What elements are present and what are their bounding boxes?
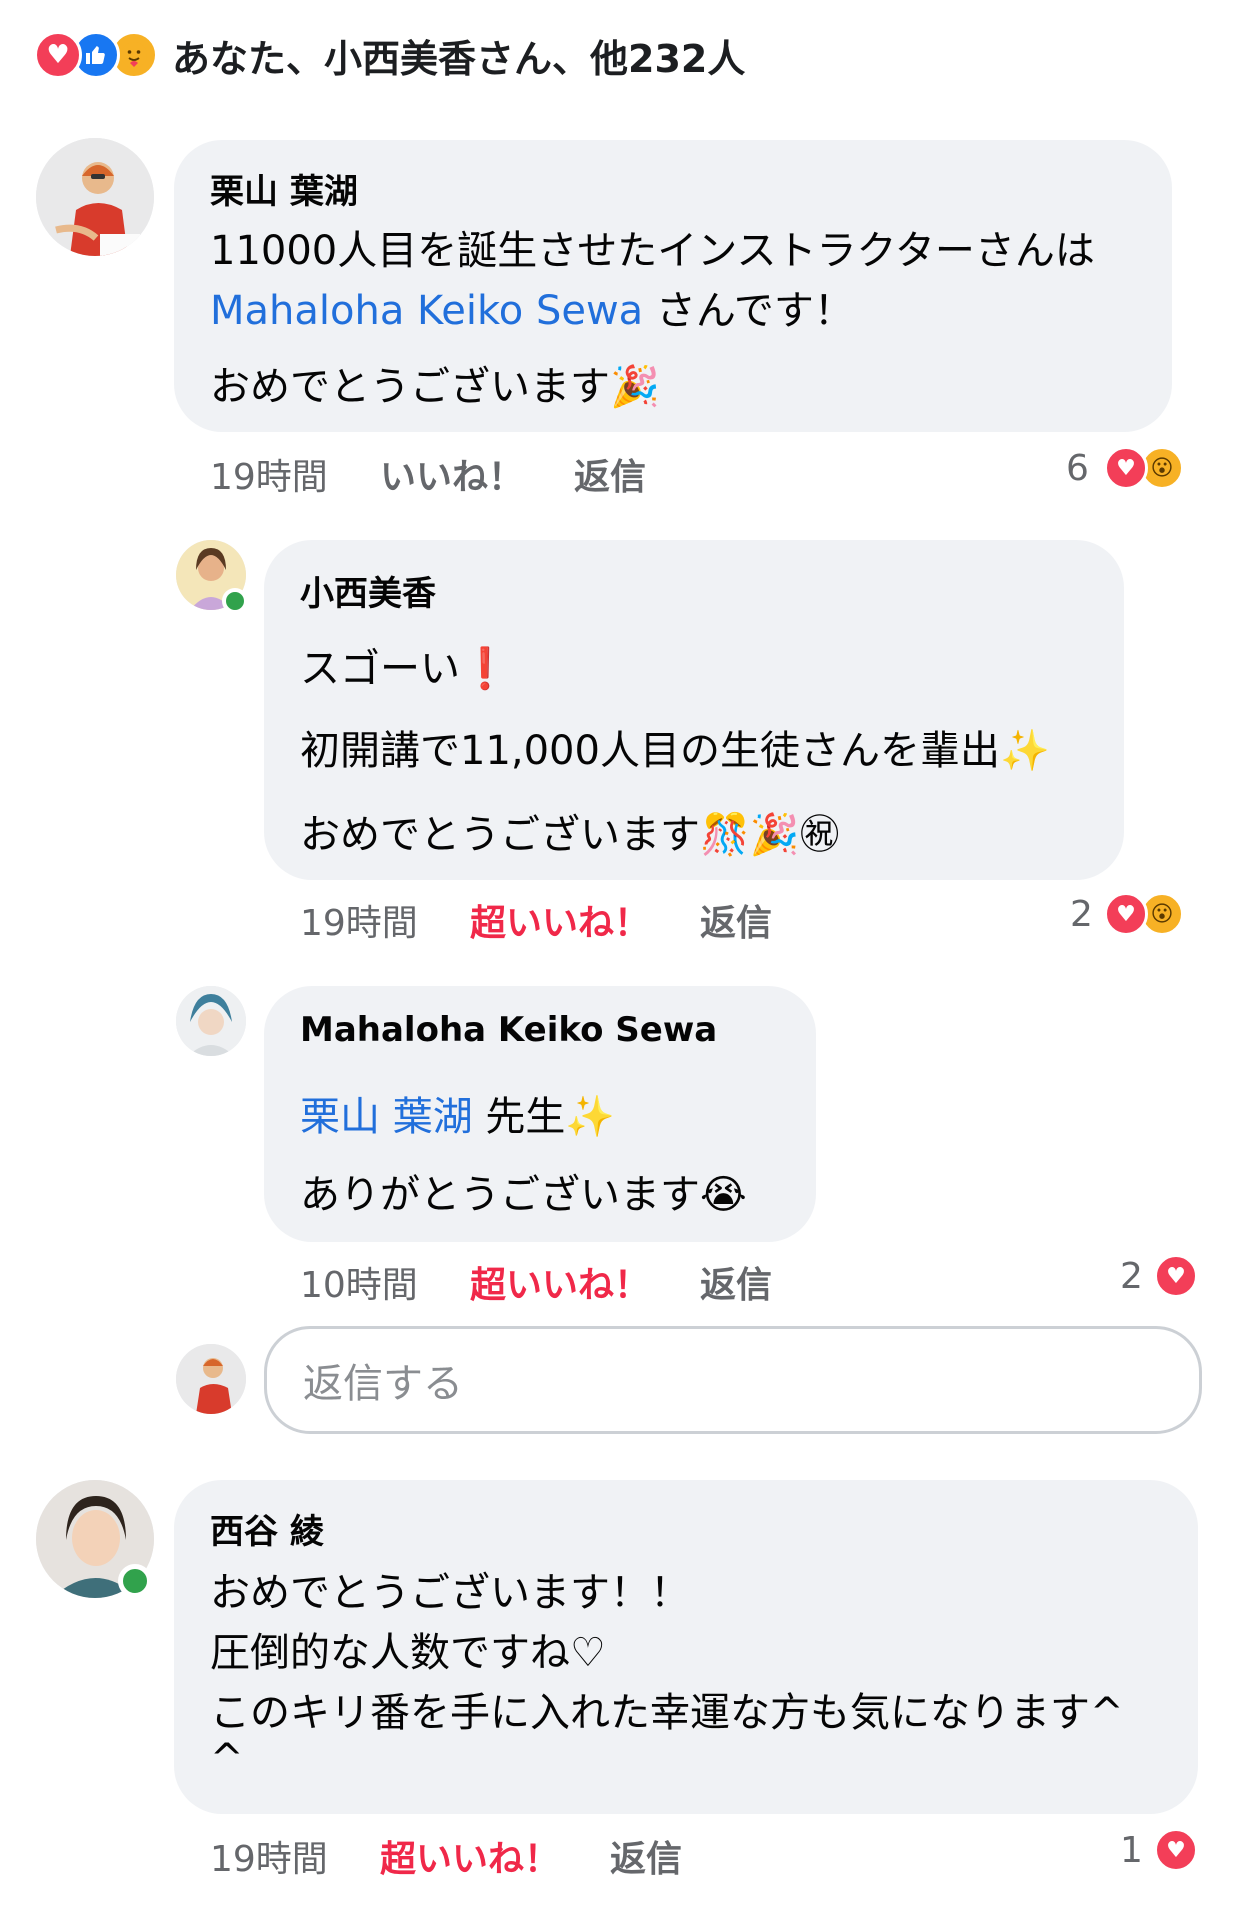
reactions-summary[interactable]: ♥ あなた、小西美香さん、他232人 [34,30,746,81]
reactions-summary-text: あなた、小西美香さん、他232人 [172,36,746,81]
online-indicator [118,1564,152,1598]
comment-text: スゴーい❗ [300,646,510,692]
love-button[interactable]: 超いいね！ [380,1830,560,1882]
reaction-count[interactable]: 2 [1120,1256,1143,1297]
comment-author[interactable]: 栗山 葉湖 [210,164,358,213]
reply-input-placeholder: 返信する [303,1361,463,1407]
comment-text: このキリ番を手に入れた幸運な方も気になります^ [210,1690,1124,1736]
comment-author[interactable]: 西谷 綾 [210,1504,324,1553]
reply-input[interactable]: 返信する [264,1326,1202,1434]
avatar[interactable] [36,138,154,256]
comment-text: ありがとうございます😭 [300,1172,747,1218]
comment-text: 11000人目を誕生させたインストラクターさんは [210,228,1095,274]
reply-button[interactable]: 返信 [610,1830,682,1882]
love-button[interactable]: 超いいね！ [470,1256,650,1308]
comment-bubble[interactable]: Mahaloha Keiko Sewa 栗山 葉湖 先生✨ ありがとうございます… [264,986,816,1242]
comment-author[interactable]: 小西美香 [300,566,436,615]
love-button[interactable]: 超いいね！ [470,894,650,946]
comment-text: 栗山 葉湖 先生✨ [300,1094,616,1140]
love-icon: ♥ [34,31,82,79]
my-avatar[interactable] [176,1344,246,1414]
reply-button[interactable]: 返信 [574,448,646,500]
comment-bubble[interactable]: 栗山 葉湖 11000人目を誕生させたインストラクターさんは Mahaloha … [174,140,1172,432]
love-icon: ♥ [1104,446,1148,490]
comment-text: 初開講で11,000人目の生徒さんを輩出✨ [300,728,1050,774]
reaction-count[interactable]: 1 [1120,1830,1143,1871]
comment-bubble[interactable]: 小西美香 スゴーい❗ 初開講で11,000人目の生徒さんを輩出✨ おめでとうござ… [264,540,1124,880]
comment-time[interactable]: 19時間 [210,448,328,500]
like-button[interactable]: いいね！ [380,448,524,500]
love-icon: ♥ [1154,1828,1198,1872]
comment-author[interactable]: Mahaloha Keiko Sewa [300,1010,717,1050]
reply-button[interactable]: 返信 [700,894,772,946]
comment-text: 圧倒的な人数ですね♡ [210,1630,606,1676]
comment-text: おめでとうございます🎉 [210,364,660,410]
mention-link[interactable]: 栗山 葉湖 [300,1094,473,1140]
online-indicator [222,588,248,614]
comment-time[interactable]: 19時間 [210,1830,328,1882]
avatar[interactable] [176,986,246,1056]
mention-link[interactable]: Mahaloha Keiko Sewa [210,288,643,334]
reaction-count[interactable]: 2 [1070,894,1093,935]
comment-text: ^ [210,1736,244,1782]
love-icon: ♥ [1104,892,1148,936]
comment-text: おめでとうございます！！ [210,1570,690,1616]
comment-text: おめでとうございます🎊🎉㊗ [300,812,840,858]
comment-time[interactable]: 10時間 [300,1256,418,1308]
reply-button[interactable]: 返信 [700,1256,772,1308]
comment-text: Mahaloha Keiko Sewa さんです！ [210,288,854,334]
reaction-count[interactable]: 6 [1066,448,1089,489]
comment-time[interactable]: 19時間 [300,894,418,946]
love-icon: ♥ [1154,1254,1198,1298]
comment-bubble[interactable]: 西谷 綾 おめでとうございます！！ 圧倒的な人数ですね♡ このキリ番を手に入れた… [174,1480,1198,1814]
